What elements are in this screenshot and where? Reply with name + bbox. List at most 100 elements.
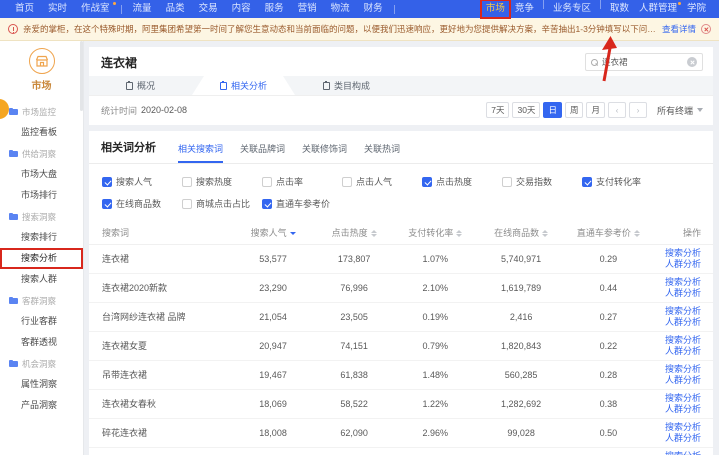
action-link-人群分析[interactable]: 人群分析	[651, 346, 701, 357]
action-link-搜索分析[interactable]: 搜索分析	[651, 451, 701, 455]
subtab-关联品牌词[interactable]: 关联品牌词	[240, 142, 285, 163]
cell-search-term: 连衣裙2020新款	[89, 273, 233, 302]
sidebar-item-搜索排行[interactable]: 搜索排行	[0, 227, 83, 248]
metric-搜索人气[interactable]: 搜索人气	[102, 175, 182, 188]
notice-close-icon[interactable]	[701, 24, 711, 34]
notice-detail-link[interactable]: 查看详情	[662, 23, 696, 35]
cell-search_popularity: 18,069	[233, 389, 314, 418]
checkbox-checked-icon[interactable]	[582, 177, 592, 187]
nav-item-取数[interactable]: 取数	[605, 0, 634, 18]
cell-ztc_price: 0.50	[566, 418, 650, 447]
metric-在线商品数[interactable]: 在线商品数	[102, 197, 182, 210]
sidebar-item-产品洞察[interactable]: 产品洞察	[0, 395, 83, 416]
action-link-人群分析[interactable]: 人群分析	[651, 433, 701, 444]
column-header-搜索人气[interactable]: 搜索人气	[233, 221, 314, 244]
action-link-搜索分析[interactable]: 搜索分析	[651, 306, 701, 317]
nav-item-内容[interactable]: 内容	[225, 0, 258, 18]
checkbox-checked-icon[interactable]	[262, 199, 272, 209]
nav-item-人群管理[interactable]: 人群管理	[634, 0, 682, 18]
action-link-人群分析[interactable]: 人群分析	[651, 375, 701, 386]
checkbox-unchecked-icon[interactable]	[182, 177, 192, 187]
date-button-7天[interactable]: 7天	[486, 102, 509, 118]
checkbox-unchecked-icon[interactable]	[502, 177, 512, 187]
sort-icon[interactable]	[542, 230, 548, 237]
action-link-搜索分析[interactable]: 搜索分析	[651, 393, 701, 404]
metric-商城点击占比[interactable]: 商城点击占比	[182, 197, 262, 210]
metric-交易指数[interactable]: 交易指数	[502, 175, 582, 188]
column-header-支付转化率[interactable]: 支付转化率	[395, 221, 476, 244]
nav-item-物流[interactable]: 物流	[324, 0, 357, 18]
nav-item-营销[interactable]: 营销	[291, 0, 324, 18]
action-link-人群分析[interactable]: 人群分析	[651, 317, 701, 328]
date-button-月[interactable]: 月	[586, 102, 605, 118]
tab-category-composition[interactable]: 类目构成	[295, 76, 398, 95]
sort-icon[interactable]	[634, 230, 640, 237]
tab-overview[interactable]: 概况	[89, 76, 192, 95]
checkbox-checked-icon[interactable]	[422, 177, 432, 187]
action-link-搜索分析[interactable]: 搜索分析	[651, 364, 701, 375]
nav-item-业务专区[interactable]: 业务专区	[548, 0, 596, 18]
subtab-相关搜索词[interactable]: 相关搜索词	[178, 142, 223, 163]
sidebar-item-客群透视[interactable]: 客群透视	[0, 332, 83, 353]
sidebar-item-行业客群[interactable]: 行业客群	[0, 311, 83, 332]
column-header-搜索词: 搜索词	[89, 221, 233, 244]
date-button-‹[interactable]: ‹	[608, 102, 626, 118]
sidebar-item-监控看板[interactable]: 监控看板	[0, 122, 83, 143]
sidebar-item-市场排行[interactable]: 市场排行	[0, 185, 83, 206]
sidebar-item-搜索人群[interactable]: 搜索人群	[0, 269, 83, 290]
column-header-直通车参考价[interactable]: 直通车参考价	[566, 221, 650, 244]
date-button-周[interactable]: 周	[565, 102, 584, 118]
sidebar-item-属性洞察[interactable]: 属性洞察	[0, 374, 83, 395]
nav-item-服务[interactable]: 服务	[258, 0, 291, 18]
nav-item-品类[interactable]: 品类	[159, 0, 192, 18]
action-link-人群分析[interactable]: 人群分析	[651, 259, 701, 270]
nav-item-流量[interactable]: 流量	[126, 0, 159, 18]
checkbox-unchecked-icon[interactable]	[182, 199, 192, 209]
terminal-filter[interactable]: 所有终端	[657, 104, 703, 117]
nav-item-财务[interactable]: 财务	[357, 0, 390, 18]
nav-item-学院[interactable]: 学院	[682, 0, 711, 18]
metric-点击率[interactable]: 点击率	[262, 175, 342, 188]
date-button-›[interactable]: ›	[629, 102, 647, 118]
sort-icon[interactable]	[371, 230, 377, 237]
checkbox-unchecked-icon[interactable]	[262, 177, 272, 187]
nav-item-市场[interactable]: 市场	[481, 0, 510, 18]
subtab-关联热词[interactable]: 关联热词	[364, 142, 400, 163]
metric-点击人气[interactable]: 点击人气	[342, 175, 422, 188]
date-button-30天[interactable]: 30天	[512, 102, 540, 118]
sidebar-scrollbar[interactable]	[80, 41, 83, 111]
column-header-在线商品数[interactable]: 在线商品数	[476, 221, 566, 244]
action-link-搜索分析[interactable]: 搜索分析	[651, 422, 701, 433]
nav-item-竞争[interactable]: 竞争	[510, 0, 539, 18]
checkbox-checked-icon[interactable]	[102, 199, 112, 209]
metric-点击热度[interactable]: 点击热度	[422, 175, 502, 188]
action-link-搜索分析[interactable]: 搜索分析	[651, 277, 701, 288]
date-button-日[interactable]: 日	[543, 102, 562, 118]
nav-item-交易[interactable]: 交易	[192, 0, 225, 18]
keyword-search-box[interactable]	[585, 53, 703, 71]
action-link-人群分析[interactable]: 人群分析	[651, 404, 701, 415]
sort-up-icon	[371, 230, 377, 233]
nav-item-作战室[interactable]: 作战室	[74, 0, 117, 18]
subtab-关联修饰词[interactable]: 关联修饰词	[302, 142, 347, 163]
nav-item-首页[interactable]: 首页	[8, 0, 41, 18]
sort-icon[interactable]	[456, 230, 462, 237]
clear-search-icon[interactable]	[687, 57, 697, 67]
tab-related-analysis[interactable]: 相关分析	[192, 76, 295, 95]
checkbox-unchecked-icon[interactable]	[342, 177, 352, 187]
checkbox-checked-icon[interactable]	[102, 177, 112, 187]
sort-icon-active[interactable]	[290, 232, 296, 235]
app-window: 首页实时作战室流量品类交易内容服务营销物流财务市场竞争业务专区取数人群管理学院 …	[0, 0, 719, 455]
action-link-搜索分析[interactable]: 搜索分析	[651, 335, 701, 346]
sidebar-item-搜索分析[interactable]: 搜索分析	[0, 248, 83, 269]
sidebar-item-市场大盘[interactable]: 市场大盘	[0, 164, 83, 185]
metric-支付转化率[interactable]: 支付转化率	[582, 175, 662, 188]
search-input[interactable]	[602, 57, 683, 67]
metric-直通车参考价[interactable]: 直通车参考价	[262, 197, 342, 210]
column-header-点击热度[interactable]: 点击热度	[314, 221, 395, 244]
action-link-搜索分析[interactable]: 搜索分析	[651, 248, 701, 259]
cell-online_products: 1,820,843	[476, 331, 566, 360]
action-link-人群分析[interactable]: 人群分析	[651, 288, 701, 299]
metric-搜索热度[interactable]: 搜索热度	[182, 175, 262, 188]
nav-item-实时[interactable]: 实时	[41, 0, 74, 18]
